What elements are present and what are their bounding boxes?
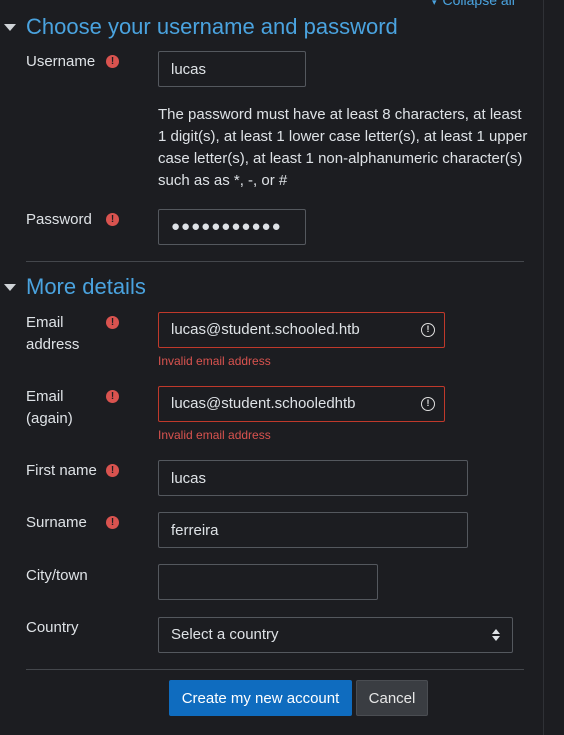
surname-label: Surname [26,514,87,531]
section-divider [26,261,524,262]
collapse-all-label: Collapse all [442,0,515,8]
email-again-input[interactable]: lucas@student.schooledhtb ! [158,386,445,422]
firstname-label: First name [26,462,97,479]
section-title: Choose your username and password [26,14,398,39]
collapse-triangle-icon [4,23,16,31]
section-header-more-details[interactable]: More details [0,274,146,300]
email-label-line1: Email [26,314,64,331]
email-input[interactable]: lucas@student.schooled.htb ! [158,312,445,348]
collapse-triangle-icon [4,283,16,291]
email-again-label-line2: (again) [26,410,73,427]
cancel-button[interactable]: Cancel [356,680,428,716]
city-label: City/town [26,567,88,584]
surname-input[interactable] [158,512,468,548]
city-input[interactable] [158,564,378,600]
required-icon: ! [106,316,119,329]
chevron-down-icon: ▾ [432,0,437,7]
email-again-label: Email (again) [26,386,73,430]
email-label: Email address [26,312,79,356]
country-select[interactable]: Select a country [158,617,513,653]
username-label: Username [26,53,96,70]
email-error-message: Invalid email address [158,354,271,368]
required-icon: ! [106,390,119,403]
select-arrows-icon [492,629,500,641]
username-input[interactable] [158,51,306,87]
email-again-label-line1: Email [26,388,64,405]
section-header-username-password[interactable]: Choose your username and password [0,14,398,40]
invalid-icon: ! [421,323,435,337]
collapse-all-link[interactable]: ▾ Collapse all [432,0,515,8]
page-edge-divider [543,0,544,735]
section-title: More details [26,274,146,299]
form-divider [26,669,524,670]
create-account-button[interactable]: Create my new account [169,680,352,716]
required-icon: ! [106,213,119,226]
country-label: Country [26,619,79,636]
required-icon: ! [106,464,119,477]
firstname-input[interactable] [158,460,468,496]
required-icon: ! [106,516,119,529]
password-input[interactable]: ●●●●●●●●●●● [158,209,306,245]
email-again-value: lucas@student.schooledhtb [171,395,356,412]
email-label-line2: address [26,336,80,353]
email-value: lucas@student.schooled.htb [171,321,360,338]
password-label: Password [26,211,92,228]
required-icon: ! [106,55,119,68]
invalid-icon: ! [421,397,435,411]
password-help-text: The password must have at least 8 charac… [158,106,528,189]
country-select-value: Select a country [171,626,279,643]
email-again-error-message: Invalid email address [158,428,271,442]
